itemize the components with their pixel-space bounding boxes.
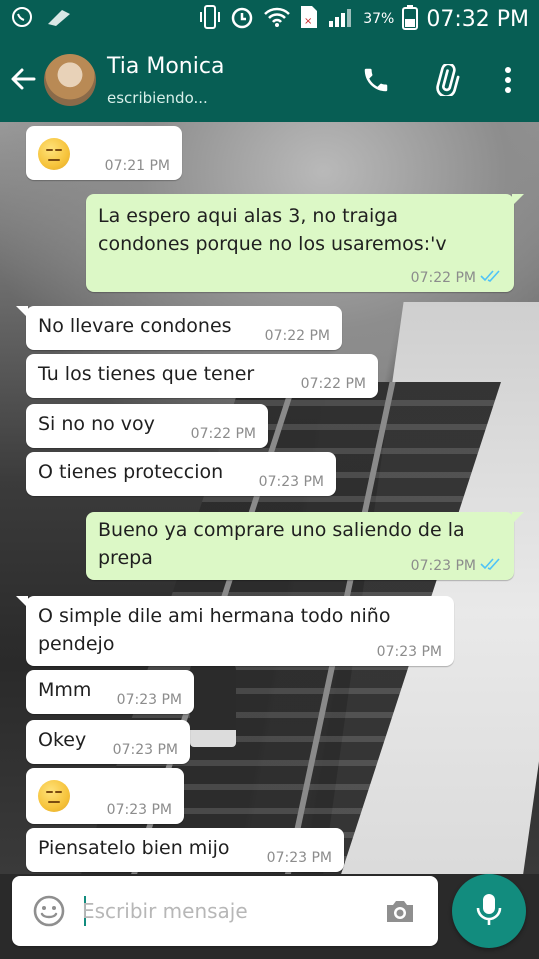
more-vert-icon[interactable] — [492, 64, 524, 96]
back-arrow-icon[interactable] — [8, 64, 38, 94]
signal-icon — [327, 5, 355, 33]
paperclip-icon[interactable] — [430, 64, 462, 96]
message-incoming[interactable]: O simple dile ami hermana todo niño pend… — [16, 596, 454, 666]
message-text: No llevare condones — [38, 315, 232, 337]
vibrate-icon — [199, 4, 221, 34]
whatsapp-icon — [10, 5, 34, 33]
message-time: 07:23 PM — [376, 644, 442, 660]
message-incoming[interactable]: Si no no voy 07:22 PM — [26, 404, 268, 448]
status-time: 07:32 PM — [426, 6, 529, 32]
message-text: O simple dile ami hermana todo niño pend… — [38, 605, 391, 655]
message-outgoing[interactable]: Bueno ya comprare uno saliendo de la pre… — [86, 512, 524, 580]
status-right: × 37% 07:32 PM — [199, 4, 529, 34]
message-incoming[interactable]: 07:23 PM — [26, 768, 184, 824]
camera-icon[interactable] — [382, 894, 418, 930]
message-time: 07:22 PM — [300, 376, 366, 392]
message-incoming[interactable]: Okey 07:23 PM — [26, 720, 190, 764]
chat-area[interactable]: 07:21 PM La espero aqui alas 3, no traig… — [0, 122, 539, 874]
unamused-emoji-icon — [38, 780, 70, 812]
message-text: Piensatelo bien mijo — [38, 837, 230, 859]
phone-icon[interactable] — [360, 64, 392, 96]
wifi-icon — [263, 6, 291, 32]
contact-name[interactable]: Tia Monica — [107, 54, 224, 79]
status-bar: × 37% 07:32 PM — [0, 0, 539, 38]
message-time: 07:23 PM — [106, 802, 172, 818]
message-incoming[interactable]: Tu los tienes que tener 07:22 PM — [26, 354, 378, 398]
message-time: 07:23 PM — [411, 558, 502, 574]
mic-icon — [474, 891, 504, 931]
message-text: Tu los tienes que tener — [38, 363, 255, 385]
message-text: Bueno ya comprare uno saliendo de la pre… — [98, 519, 465, 569]
message-text: La espero aqui alas 3, no traiga condone… — [98, 205, 447, 255]
message-text: Si no no voy — [38, 413, 155, 435]
composer — [12, 876, 438, 946]
message-incoming[interactable]: Piensatelo bien mijo 07:23 PM — [26, 828, 344, 872]
chat-header: Tia Monica escribiendo... — [0, 38, 539, 122]
message-incoming[interactable]: Mmm 07:23 PM — [26, 670, 194, 714]
battery-percent: 37% — [363, 11, 395, 27]
message-incoming[interactable]: No llevare condones 07:22 PM — [16, 306, 342, 350]
battery-icon — [402, 4, 419, 34]
read-ticks-icon — [480, 558, 502, 574]
svg-text:×: × — [304, 16, 312, 27]
message-incoming[interactable]: O tienes proteccion 07:23 PM — [26, 452, 336, 496]
message-incoming[interactable]: 07:21 PM — [26, 126, 182, 180]
contact-status: escribiendo... — [107, 89, 208, 107]
read-ticks-icon — [480, 270, 502, 286]
message-time: 07:23 PM — [266, 850, 332, 866]
notification-icon — [46, 6, 72, 32]
message-time: 07:21 PM — [104, 158, 170, 174]
unamused-emoji-icon — [38, 138, 70, 170]
emoji-icon[interactable] — [32, 894, 66, 928]
message-input[interactable] — [82, 892, 362, 930]
sim-icon: × — [299, 4, 319, 34]
message-text: Okey — [38, 729, 87, 751]
message-time: 07:23 PM — [116, 692, 182, 708]
avatar[interactable] — [44, 54, 96, 106]
wallpaper-person — [190, 662, 236, 747]
message-time: 07:23 PM — [258, 474, 324, 490]
message-text: Mmm — [38, 679, 92, 701]
message-time: 07:23 PM — [112, 742, 178, 758]
message-time: 07:22 PM — [190, 426, 256, 442]
message-time: 07:22 PM — [411, 270, 502, 286]
message-text: O tienes proteccion — [38, 461, 224, 483]
mic-button[interactable] — [452, 874, 526, 948]
alarm-icon — [229, 4, 255, 34]
status-left — [10, 5, 72, 33]
message-time: 07:22 PM — [264, 328, 330, 344]
message-outgoing[interactable]: La espero aqui alas 3, no traiga condone… — [86, 194, 524, 292]
